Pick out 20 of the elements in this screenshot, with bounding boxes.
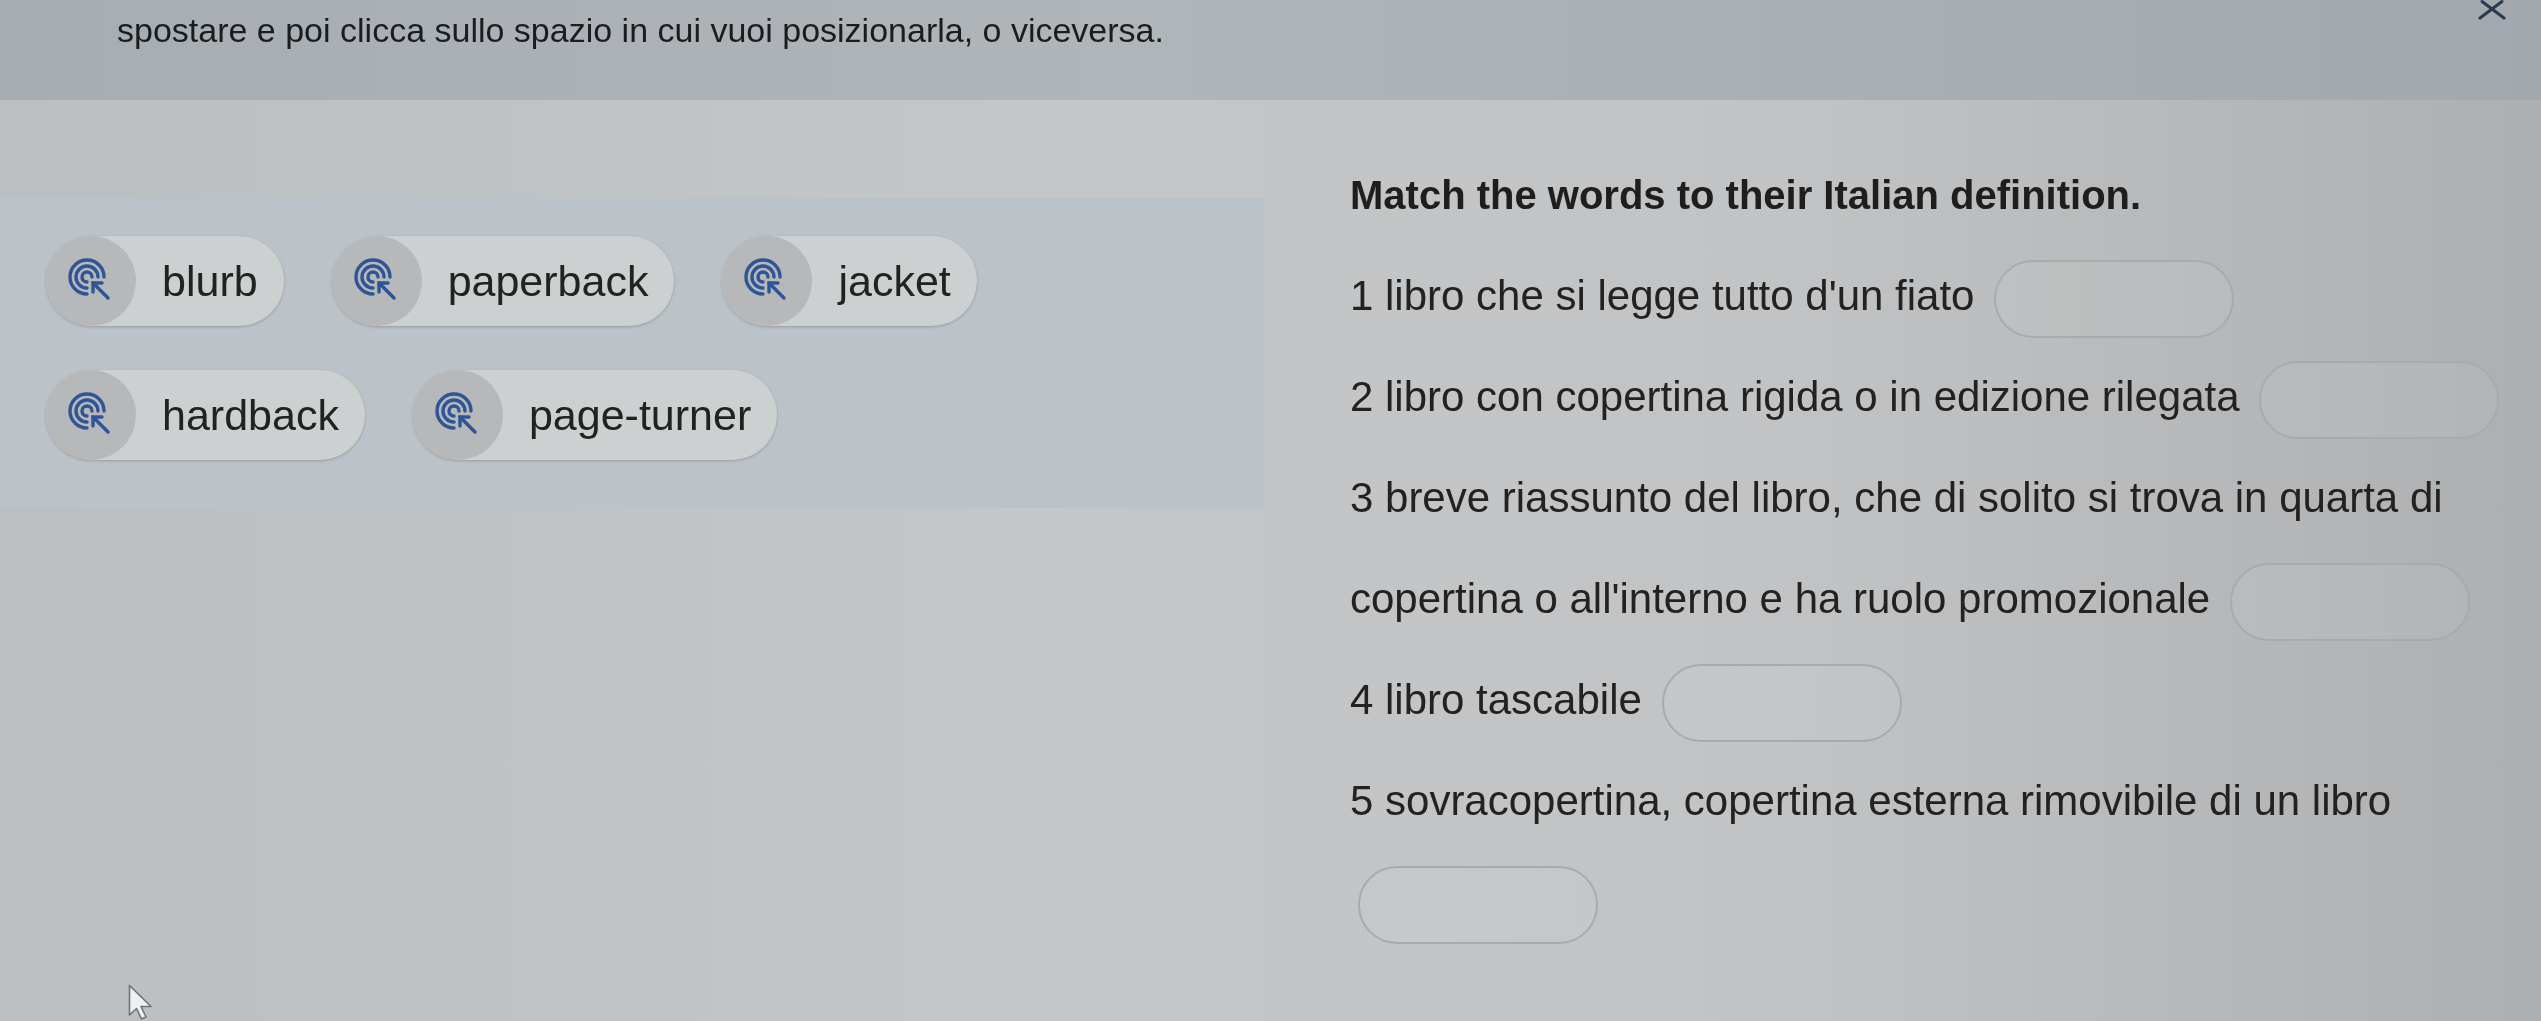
word-chip[interactable]: jacket <box>722 236 977 326</box>
mouse-pointer-icon <box>128 984 154 1021</box>
definition-text: copertina o all'interno e ha ruolo promozionale <box>1350 575 2211 622</box>
tap-icon <box>46 370 136 460</box>
exercise-title: Match the words to their Italian definition. <box>1350 173 2142 217</box>
definition-text: 4 libro tascabile <box>1350 676 1642 723</box>
definition-text: 1 libro che si legge tutto d'un fiato <box>1350 272 1975 319</box>
word-chip[interactable]: page-turner <box>412 370 778 460</box>
word-chip[interactable]: blurb <box>46 236 284 326</box>
tap-icon <box>46 236 136 326</box>
instruction-text: spostare e poi clicca sullo spazio in cui vuoi posizionarla, o viceversa. <box>117 10 1164 50</box>
close-icon[interactable] <box>2476 0 2508 20</box>
tap-icon <box>412 370 503 460</box>
definition-text: 5 sovracopertina, copertina esterna rimovibile di un libro <box>1350 777 2392 824</box>
definition-text: 3 breve riassunto del libro, che di solito si trova in quarta di <box>1350 474 2443 521</box>
definition-text: 2 libro con copertina rigida o in edizione rilegata <box>1350 373 2240 420</box>
word-chip[interactable]: hardback <box>46 370 365 460</box>
word-chip[interactable]: paperback <box>331 236 675 326</box>
tap-icon <box>722 236 813 326</box>
tap-icon <box>331 236 422 326</box>
